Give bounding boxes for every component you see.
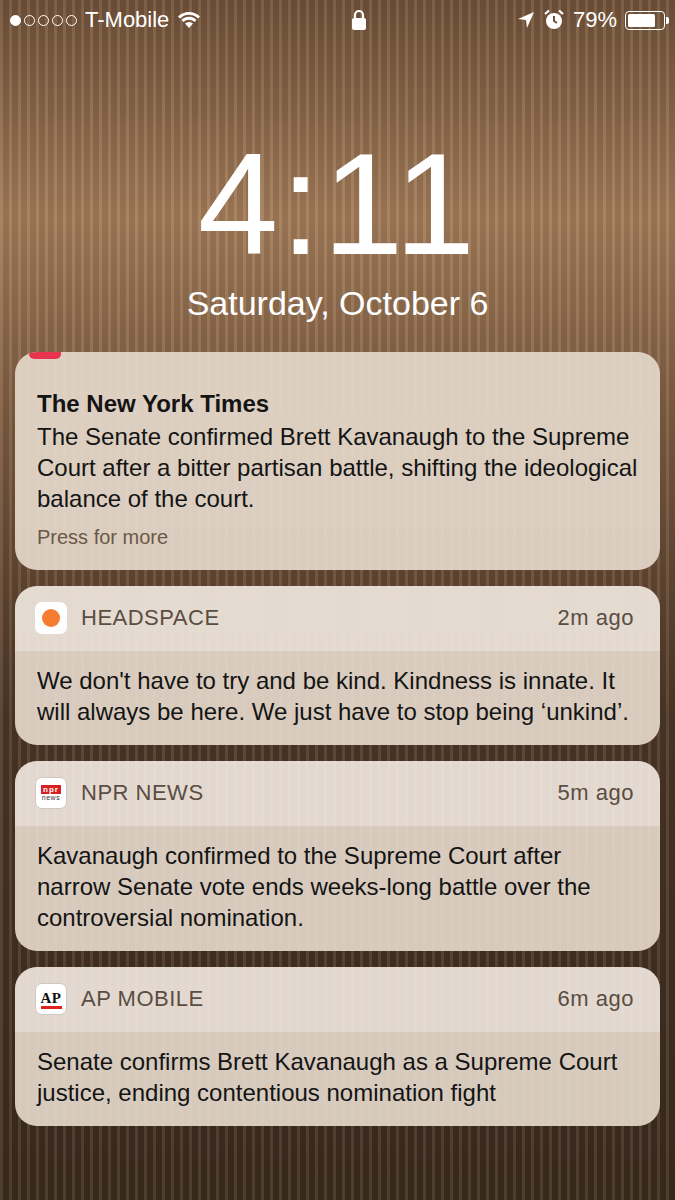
signal-icon bbox=[10, 15, 77, 26]
npr-logo-icon: nprnews bbox=[35, 777, 67, 809]
notification-body: We don't have to try and be kind. Kindne… bbox=[15, 651, 660, 745]
notification-card[interactable]: HEADSPACE 2m ago We don't have to try and … bbox=[15, 586, 660, 745]
notification-title: The New York Times bbox=[37, 388, 638, 419]
alarm-icon bbox=[543, 9, 565, 31]
notification-list[interactable]: The New York TimesThe Senate confirmed B… bbox=[0, 352, 675, 1126]
notification-body: Senate confirms Brett Kavanaugh as a Sup… bbox=[15, 1032, 660, 1126]
notification-text: Kavanaugh confirmed to the Supreme Court… bbox=[37, 840, 638, 933]
notification-header: HEADSPACE 2m ago bbox=[15, 586, 660, 651]
status-bar: T-Mobile 79% bbox=[0, 0, 675, 40]
notification-time: 5m ago bbox=[558, 780, 634, 806]
notification-time: 2m ago bbox=[558, 605, 634, 631]
carrier: T-Mobile bbox=[85, 7, 169, 33]
battery-reading: 79% bbox=[573, 7, 617, 33]
app-icon-peek bbox=[29, 352, 61, 359]
app-name: AP MOBILE bbox=[81, 986, 544, 1012]
notification-header: nprnews NPR NEWS 5m ago bbox=[15, 761, 660, 826]
clock: 4:11 bbox=[0, 132, 675, 277]
notification-text: Senate confirms Brett Kavanaugh as a Sup… bbox=[37, 1046, 638, 1108]
notification-body: The New York TimesThe Senate confirmed B… bbox=[15, 352, 660, 570]
notification-time: 6m ago bbox=[558, 986, 634, 1012]
notification-card[interactable]: AP AP MOBILE 6m ago Senate confirms Brett K… bbox=[15, 967, 660, 1126]
notification-card[interactable]: The New York TimesThe Senate confirmed B… bbox=[15, 352, 660, 570]
wifi-icon bbox=[177, 11, 201, 29]
lock-icon bbox=[351, 9, 367, 31]
battery-icon bbox=[625, 11, 665, 30]
notification-action[interactable]: Press for more bbox=[37, 524, 638, 550]
ap-logo-icon: AP bbox=[35, 983, 67, 1015]
notification-text: The Senate confirmed Brett Kavanaugh to … bbox=[37, 421, 638, 514]
headspace-logo-icon bbox=[35, 602, 67, 634]
location-arrow-icon bbox=[517, 11, 535, 29]
notification-header: AP AP MOBILE 6m ago bbox=[15, 967, 660, 1032]
notification-body: Kavanaugh confirmed to the Supreme Court… bbox=[15, 826, 660, 951]
app-name: NPR NEWS bbox=[81, 780, 544, 806]
date: Saturday, October 6 bbox=[0, 283, 675, 324]
lock-screen: T-Mobile 79% 4:11 Saturday, October 6 The Ne… bbox=[0, 0, 675, 1200]
notification-card[interactable]: nprnews NPR NEWS 5m ago Kavanaugh confirmed… bbox=[15, 761, 660, 951]
app-name: HEADSPACE bbox=[81, 605, 544, 631]
notification-text: We don't have to try and be kind. Kindne… bbox=[37, 665, 638, 727]
